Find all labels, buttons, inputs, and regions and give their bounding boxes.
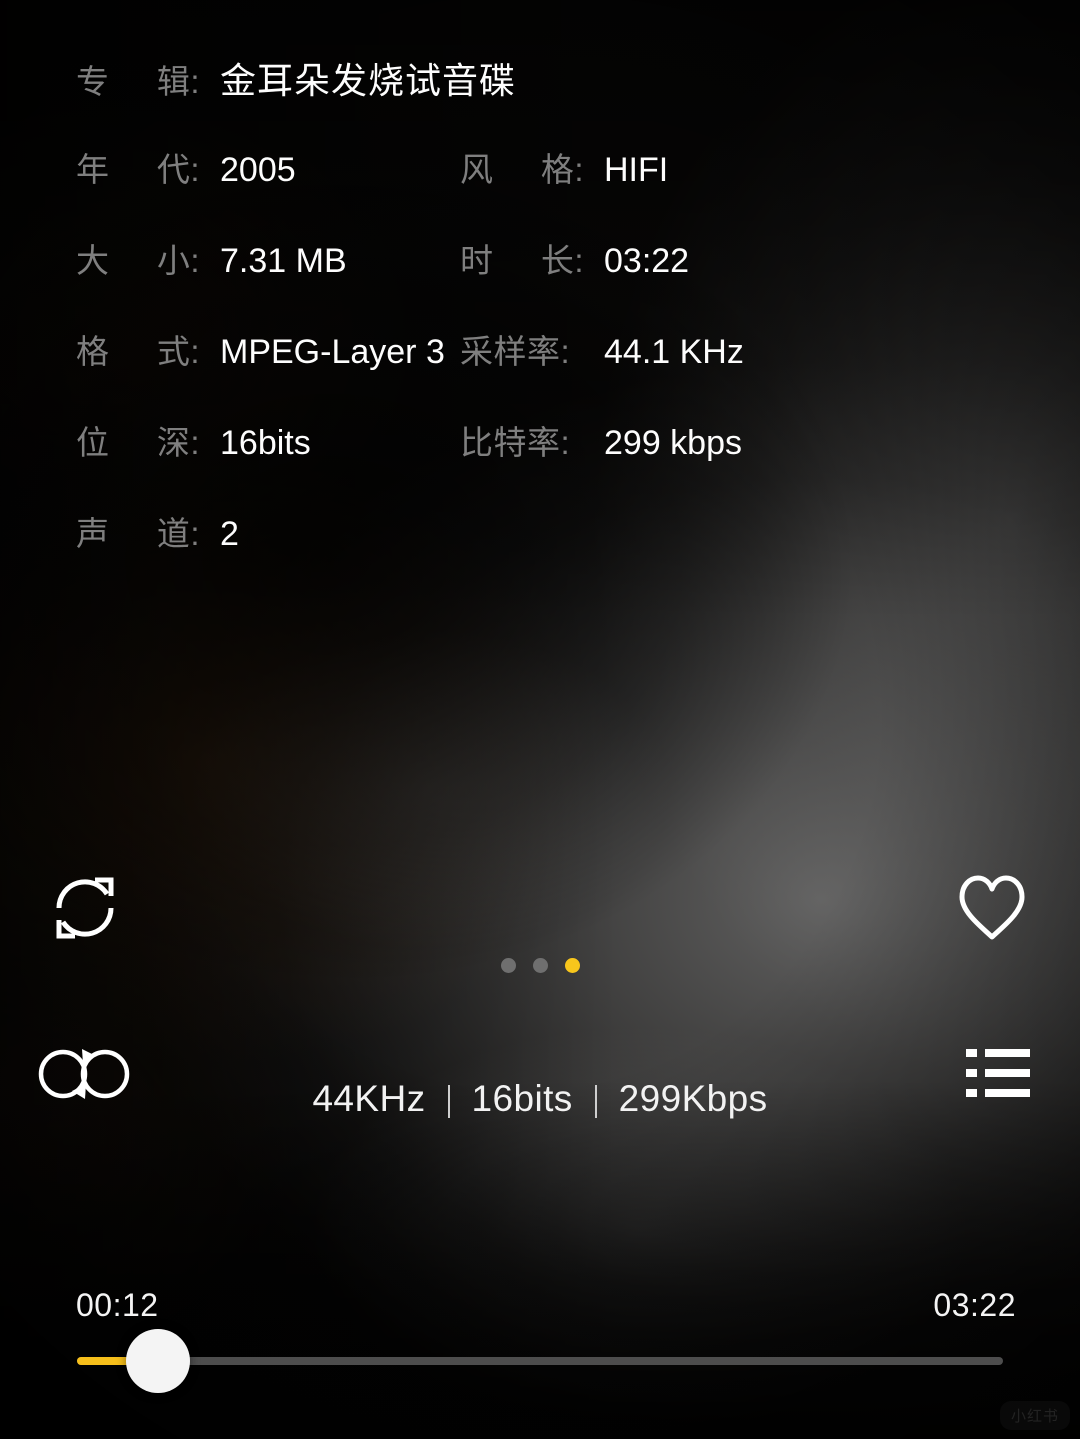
quality-separator-1 [447, 1084, 450, 1118]
metadata-row-bitdepth-bitrate: 位 深: 16bits 比特率: 299 kbps [0, 416, 1080, 507]
metadata-field-year: 年 代: 2005 [0, 143, 460, 191]
metadata-value-duration: 03:22 [604, 242, 690, 280]
metadata-row-year-genre: 年 代: 2005 风 格: HIFI [0, 143, 1080, 234]
metadata-label-bitrate: 比特率: [460, 424, 571, 461]
metadata-value-bitdepth: 16bits [220, 424, 311, 462]
quality-sample-rate: 44KHz [312, 1078, 426, 1119]
metadata-field-bitdepth: 位 深: 16bits [0, 416, 460, 464]
metadata-value-album: 金耳朵发烧试音碟 [220, 60, 517, 101]
seek-bar-track[interactable] [77, 1357, 1003, 1365]
metadata-value-year: 2005 [220, 151, 296, 189]
music-player-screen: 专 辑: 金耳朵发烧试音碟 年 代: 2005 风 格: HIFI 大 小: 7… [0, 0, 1080, 1439]
page-indicator [0, 958, 1080, 973]
page-dot-3[interactable] [564, 958, 580, 973]
metadata-label-album: 专 辑: [76, 63, 200, 100]
metadata-field-genre: 风 格: HIFI [460, 143, 668, 191]
metadata-row-album: 专 辑: 金耳朵发烧试音碟 [0, 52, 1080, 143]
app-watermark: 小红书 [1000, 1401, 1070, 1430]
metadata-label-year: 年 代: [76, 151, 200, 188]
quality-bitrate: 299Kbps [618, 1078, 768, 1119]
quality-bit-depth: 16bits [471, 1078, 573, 1119]
metadata-row-channels: 声 道: 2 [0, 507, 1080, 598]
metadata-label-duration: 时 长: [460, 242, 584, 279]
metadata-label-bitdepth: 位 深: [76, 424, 200, 461]
metadata-value-format: MPEG-Layer 3 [220, 333, 445, 371]
seek-bar-thumb[interactable] [126, 1329, 191, 1393]
audio-quality-strip: 44KHz 16bits 299Kbps [0, 1078, 1080, 1120]
elapsed-time: 00:12 [76, 1287, 159, 1323]
quality-separator-2 [594, 1084, 597, 1118]
metadata-row-size-duration: 大 小: 7.31 MB 时 长: 03:22 [0, 234, 1080, 325]
metadata-field-format: 格 式: MPEG-Layer 3 [0, 325, 460, 373]
repeat-mode-button[interactable] [44, 874, 126, 942]
metadata-field-size: 大 小: 7.31 MB [0, 234, 460, 282]
metadata-field-channels: 声 道: 2 [0, 507, 460, 555]
metadata-value-samplerate: 44.1 KHz [604, 333, 744, 371]
metadata-label-size: 大 小: [76, 242, 200, 279]
repeat-circle-icon [56, 877, 114, 939]
seek-bar[interactable] [77, 1329, 1003, 1393]
metadata-value-size: 7.31 MB [220, 242, 347, 280]
track-metadata-panel: 专 辑: 金耳朵发烧试音碟 年 代: 2005 风 格: HIFI 大 小: 7… [0, 52, 1080, 598]
metadata-label-samplerate: 采样率: [460, 333, 571, 370]
favorite-button[interactable] [954, 872, 1030, 944]
metadata-field-duration: 时 长: 03:22 [460, 234, 689, 282]
page-dot-2[interactable] [532, 958, 548, 973]
metadata-label-genre: 风 格: [460, 151, 584, 188]
metadata-row-format-samplerate: 格 式: MPEG-Layer 3 采样率: 44.1 KHz [0, 325, 1080, 416]
heart-outline-icon [959, 875, 1025, 940]
page-dot-1[interactable] [500, 958, 516, 973]
metadata-label-channels: 声 道: [76, 515, 200, 552]
metadata-value-channels: 2 [220, 515, 239, 553]
metadata-label-format: 格 式: [76, 333, 200, 370]
time-labels: 00:12 03:22 [76, 1287, 1016, 1324]
metadata-value-genre: HIFI [604, 151, 669, 189]
metadata-value-bitrate: 299 kbps [604, 424, 742, 462]
metadata-field-album: 专 辑: 金耳朵发烧试音碟 [0, 52, 515, 104]
total-time: 03:22 [933, 1287, 1016, 1323]
metadata-field-samplerate: 采样率: 44.1 KHz [460, 325, 744, 373]
metadata-field-bitrate: 比特率: 299 kbps [460, 416, 742, 464]
